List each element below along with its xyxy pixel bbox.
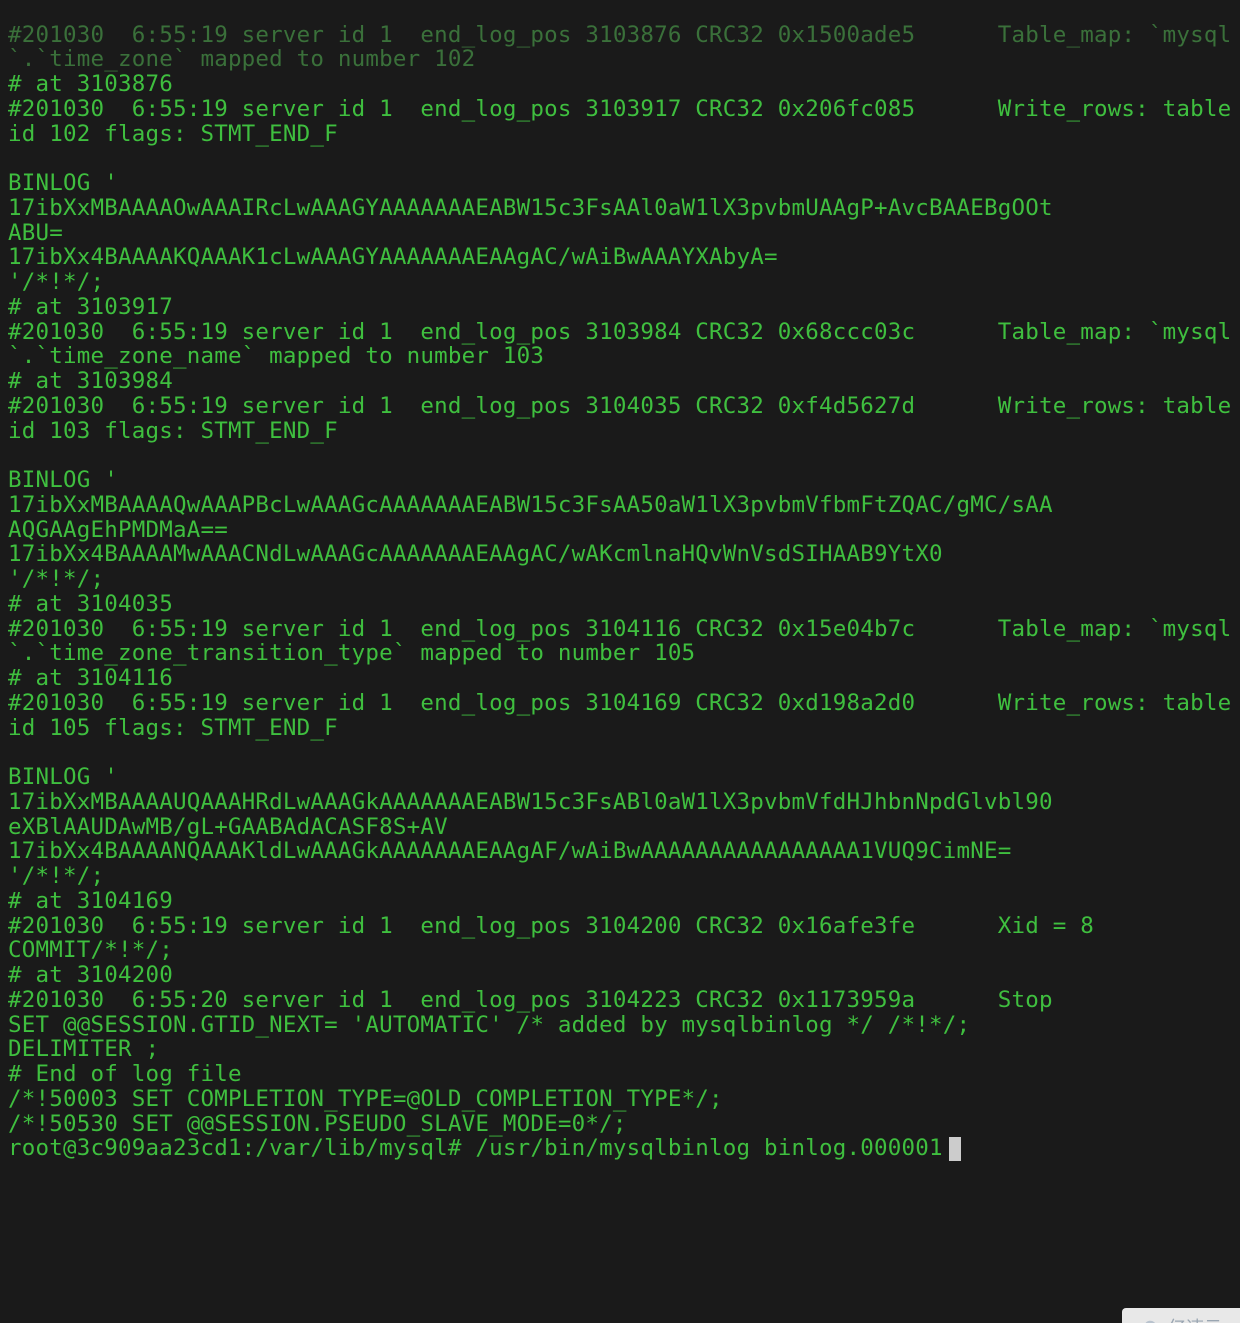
terminal-line: #201030 6:55:19 server id 1 end_log_pos … <box>8 22 1231 73</box>
cloud-icon <box>1136 1318 1162 1323</box>
watermark: 亿速云 <box>1122 1308 1240 1323</box>
terminal-line: '/*!*/; <box>8 863 104 889</box>
terminal-line: # at 3104116 <box>8 665 173 691</box>
terminal-output[interactable]: #201030 6:55:19 server id 1 end_log_pos … <box>0 23 1240 1162</box>
terminal-line: ABU= <box>8 220 63 246</box>
terminal-line: # at 3104035 <box>8 591 173 617</box>
terminal-line: 17ibXx4BAAAAMwAAACNdLwAAAGcAAAAAAAEAAgAC… <box>8 541 943 567</box>
terminal-line: #201030 6:55:20 server id 1 end_log_pos … <box>8 987 1053 1013</box>
terminal-line: # End of log file <box>8 1061 242 1087</box>
terminal-line: BINLOG ' <box>8 170 118 196</box>
terminal-line: /*!50003 SET COMPLETION_TYPE=@OLD_COMPLE… <box>8 1086 723 1112</box>
terminal-line: BINLOG ' <box>8 764 118 790</box>
terminal-line: AQGAAgEhPMDMaA== <box>8 517 228 543</box>
terminal-line: 17ibXxMBAAAAUQAAAHRdLwAAAGkAAAAAAAEABW15… <box>8 789 1053 815</box>
terminal-line: #201030 6:55:19 server id 1 end_log_pos … <box>8 913 1094 939</box>
terminal-line: COMMIT/*!*/; <box>8 937 173 963</box>
cursor <box>949 1137 961 1161</box>
terminal-line: #201030 6:55:19 server id 1 end_log_pos … <box>8 616 1231 667</box>
terminal-line: DELIMITER ; <box>8 1036 159 1062</box>
page-root: #201030 6:55:19 server id 1 end_log_pos … <box>0 23 1240 1323</box>
terminal-line: #201030 6:55:19 server id 1 end_log_pos … <box>8 690 1240 741</box>
terminal-line: # at 3104200 <box>8 962 173 988</box>
terminal-line: #201030 6:55:19 server id 1 end_log_pos … <box>8 319 1231 370</box>
terminal-line: # at 3103984 <box>8 368 173 394</box>
terminal-line: /*!50530 SET @@SESSION.PSEUDO_SLAVE_MODE… <box>8 1111 627 1137</box>
terminal-line: #201030 6:55:19 server id 1 end_log_pos … <box>8 393 1240 444</box>
terminal-line: # at 3103876 <box>8 71 173 97</box>
terminal-line: 17ibXx4BAAAANQAAAKldLwAAAGkAAAAAAAEAAgAF… <box>8 838 1011 864</box>
terminal-line: SET @@SESSION.GTID_NEXT= 'AUTOMATIC' /* … <box>8 1012 970 1038</box>
terminal-line: '/*!*/; <box>8 566 104 592</box>
terminal-line: eXBlAAUDAwMB/gL+GAABAdACASF8S+AV <box>8 814 448 840</box>
watermark-text: 亿速云 <box>1168 1319 1222 1323</box>
terminal-line: #201030 6:55:19 server id 1 end_log_pos … <box>8 96 1240 147</box>
terminal-line: 17ibXxMBAAAAOwAAAIRcLwAAAGYAAAAAAAEABW15… <box>8 195 1053 221</box>
terminal-line: # at 3104169 <box>8 888 173 914</box>
terminal-line: 17ibXx4BAAAAKQAAAK1cLwAAAGYAAAAAAAEAAgAC… <box>8 244 778 270</box>
shell-prompt[interactable]: root@3c909aa23cd1:/var/lib/mysql# /usr/b… <box>8 1135 943 1161</box>
terminal-line: BINLOG ' <box>8 467 118 493</box>
terminal-line: 17ibXxMBAAAAQwAAAPBcLwAAAGcAAAAAAAEABW15… <box>8 492 1053 518</box>
terminal-line: # at 3103917 <box>8 294 173 320</box>
terminal-line: '/*!*/; <box>8 269 104 295</box>
